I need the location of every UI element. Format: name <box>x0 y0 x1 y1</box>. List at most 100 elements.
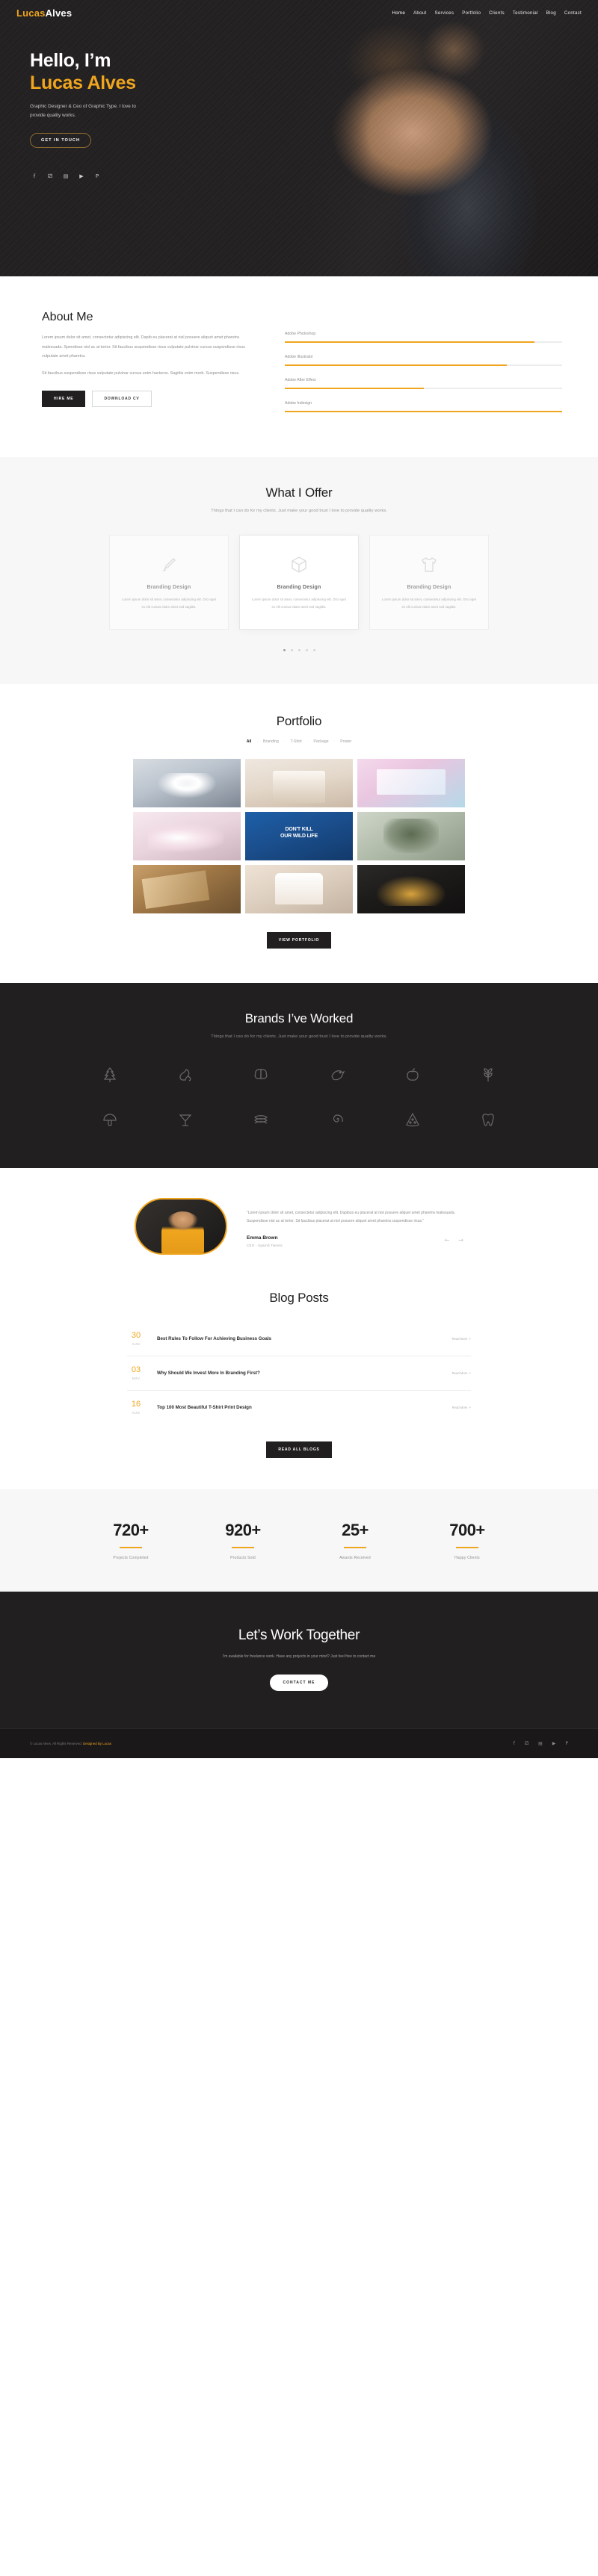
portfolio-item-package-box[interactable] <box>357 758 465 807</box>
linkedin-icon[interactable]: ▤ <box>63 173 69 179</box>
counter-label: Products Sold <box>230 1555 256 1560</box>
download-cv-button[interactable]: DOWNLOAD CV <box>92 390 152 407</box>
package-icon <box>252 552 346 577</box>
testimonial-quote: “Lorem ipsum dolor sit amet, consectetur… <box>247 1210 456 1224</box>
portfolio-item-aquas-tshirt[interactable] <box>133 758 241 807</box>
contact-me-button[interactable]: CONTACT ME <box>269 1674 329 1691</box>
portfolio-item-dont-kill-our-wild-life-poster[interactable] <box>245 811 353 860</box>
hero-heading: Hello, I’m Lucas Alves <box>30 50 254 94</box>
portfolio-filters: All · Branding · T-Shirt · Package · Pos… <box>0 739 598 744</box>
portfolio-item-woman-white-tshirt[interactable] <box>245 864 353 913</box>
blog-read-more-link[interactable]: Read More ↗ <box>452 1406 471 1409</box>
nav-item-services[interactable]: Services <box>434 10 454 16</box>
nav-item-testimonial[interactable]: Testimonial <box>513 10 538 16</box>
squirrel-icon[interactable] <box>171 1061 200 1089</box>
carousel-dot-1[interactable] <box>283 648 286 651</box>
offer-card-branding-3[interactable]: Branding Design Lorem ipsum dolor sit am… <box>369 535 489 630</box>
portfolio-item-coffee-bottles[interactable] <box>357 864 465 913</box>
cta-section: Let’s Work Together I’m available for fr… <box>0 1591 598 1728</box>
blog-read-more-link[interactable]: Read More ↗ <box>452 1371 471 1375</box>
brain-icon[interactable] <box>247 1061 275 1089</box>
carousel-dot-4[interactable] <box>305 648 308 651</box>
pinterest-icon[interactable]: P <box>565 1741 568 1746</box>
blog-post-title: Best Rules To Follow For Achieving Busin… <box>157 1335 271 1341</box>
counter-value: 720+ <box>113 1520 149 1539</box>
hire-me-button[interactable]: HIRE ME <box>42 390 86 407</box>
twitter-icon[interactable]: ⚂ <box>525 1741 528 1746</box>
filter-package[interactable]: Package <box>313 739 328 744</box>
apple-icon[interactable] <box>398 1061 427 1089</box>
testimonial-avatar <box>135 1197 227 1255</box>
offer-card-branding-2[interactable]: Branding Design Lorem ipsum dolor sit am… <box>239 535 359 630</box>
linkedin-icon[interactable]: ▤ <box>538 1741 543 1746</box>
carousel-dot-3[interactable] <box>298 648 300 651</box>
pizza-icon[interactable] <box>398 1105 427 1134</box>
filter-tshirt[interactable]: T-Shirt <box>290 739 301 744</box>
blog-post-day: 03 <box>131 1365 141 1374</box>
counter-label: Projects Completed <box>113 1555 149 1560</box>
nav-item-home[interactable]: Home <box>392 10 406 16</box>
tooth-icon[interactable] <box>474 1105 502 1134</box>
cocktail-icon[interactable] <box>171 1105 200 1134</box>
bird-icon[interactable] <box>323 1061 351 1089</box>
page-root: LucasAlves Home About Services Portfolio… <box>0 0 598 1758</box>
nav-item-portfolio[interactable]: Portfolio <box>462 10 481 16</box>
nav-item-contact[interactable]: Contact <box>564 10 582 16</box>
filter-poster[interactable]: Poster <box>340 739 351 744</box>
tree-icon[interactable] <box>96 1061 124 1089</box>
portfolio-item-food-board[interactable] <box>133 864 241 913</box>
footer-credit-link[interactable]: Designed By Lucas <box>82 1742 111 1745</box>
nav-item-about[interactable]: About <box>413 10 426 16</box>
offer-card-list: Branding Design Lorem ipsum dolor sit am… <box>0 535 598 630</box>
filter-separator: · <box>333 739 336 744</box>
footer-social-links: f ⚂ ▤ ▶ P <box>514 1741 568 1746</box>
blog-post-row[interactable]: 30 AUG Best Rules To Follow For Achievin… <box>127 1322 471 1356</box>
portfolio-button-row: VIEW PORTFOLIO <box>0 931 598 949</box>
filter-branding[interactable]: Branding <box>263 739 279 744</box>
brands-subtitle: Things that I can do for my clients. Jus… <box>211 1034 387 1039</box>
twitter-icon[interactable]: ⚂ <box>47 173 53 179</box>
blog-post-row[interactable]: 03 NOV Why Should We Invest More In Bran… <box>127 1356 471 1391</box>
pinterest-icon[interactable]: P <box>94 173 100 179</box>
blog-read-more-link[interactable]: Read More ↗ <box>452 1337 471 1341</box>
facebook-icon[interactable]: f <box>514 1741 515 1746</box>
arrow-left-icon[interactable]: ← <box>445 1237 450 1244</box>
blog-button-row: READ ALL BLOGS <box>0 1441 598 1458</box>
blog-post-row[interactable]: 16 AUG Top 100 Most Beautiful T-Shirt Pr… <box>127 1391 471 1424</box>
youtube-icon[interactable]: ▶ <box>552 1741 556 1746</box>
blog-post-month: AUG <box>132 1410 141 1415</box>
skill-track <box>285 388 562 389</box>
layers-icon[interactable] <box>247 1105 275 1134</box>
spiral-icon[interactable] <box>323 1105 351 1134</box>
nav-item-blog[interactable]: Blog <box>546 10 556 16</box>
hero-greeting: Hello, I’m <box>30 50 111 71</box>
blog-post-date: 03 NOV <box>127 1365 145 1380</box>
youtube-icon[interactable]: ▶ <box>78 173 84 179</box>
blog-post-day: 16 <box>131 1399 141 1409</box>
arrow-right-icon[interactable]: → <box>458 1237 463 1244</box>
site-logo[interactable]: LucasAlves <box>16 7 72 19</box>
portfolio-item-camo-tshirt[interactable] <box>357 811 465 860</box>
filter-all[interactable]: All <box>247 739 252 744</box>
skill-fill <box>285 388 424 389</box>
read-all-blogs-button[interactable]: READ ALL BLOGS <box>266 1441 332 1458</box>
filter-separator: · <box>283 739 286 744</box>
counter-label: Awards Received <box>339 1555 371 1560</box>
portfolio-item-cosmetic-bottles[interactable] <box>245 758 353 807</box>
portfolio-item-pink-packaging[interactable] <box>133 811 241 860</box>
carousel-dot-2[interactable] <box>290 648 293 651</box>
offer-card-branding-1[interactable]: Branding Design Lorem ipsum dolor sit am… <box>109 535 229 630</box>
testimonial-author-role: CEO - Spaind Tweets <box>247 1243 283 1247</box>
view-portfolio-button[interactable]: VIEW PORTFOLIO <box>266 931 332 949</box>
wheat-icon[interactable] <box>474 1061 502 1089</box>
carousel-dot-5[interactable] <box>312 648 315 651</box>
blog-post-month: AUG <box>132 1341 141 1346</box>
facebook-icon[interactable]: f <box>31 173 37 179</box>
nav-item-clients[interactable]: Clients <box>489 10 505 16</box>
get-in-touch-button[interactable]: GET IN TOUCH <box>30 132 91 148</box>
blog-post-title: Why Should We Invest More In Branding Fi… <box>157 1370 260 1376</box>
portfolio-title: Portfolio <box>276 713 322 728</box>
skill-adobe-illustrator: Adobe Illustrator <box>285 355 562 366</box>
counter-awards-received: 25+ Awards Received <box>299 1521 411 1560</box>
mushroom-icon[interactable] <box>96 1105 124 1134</box>
